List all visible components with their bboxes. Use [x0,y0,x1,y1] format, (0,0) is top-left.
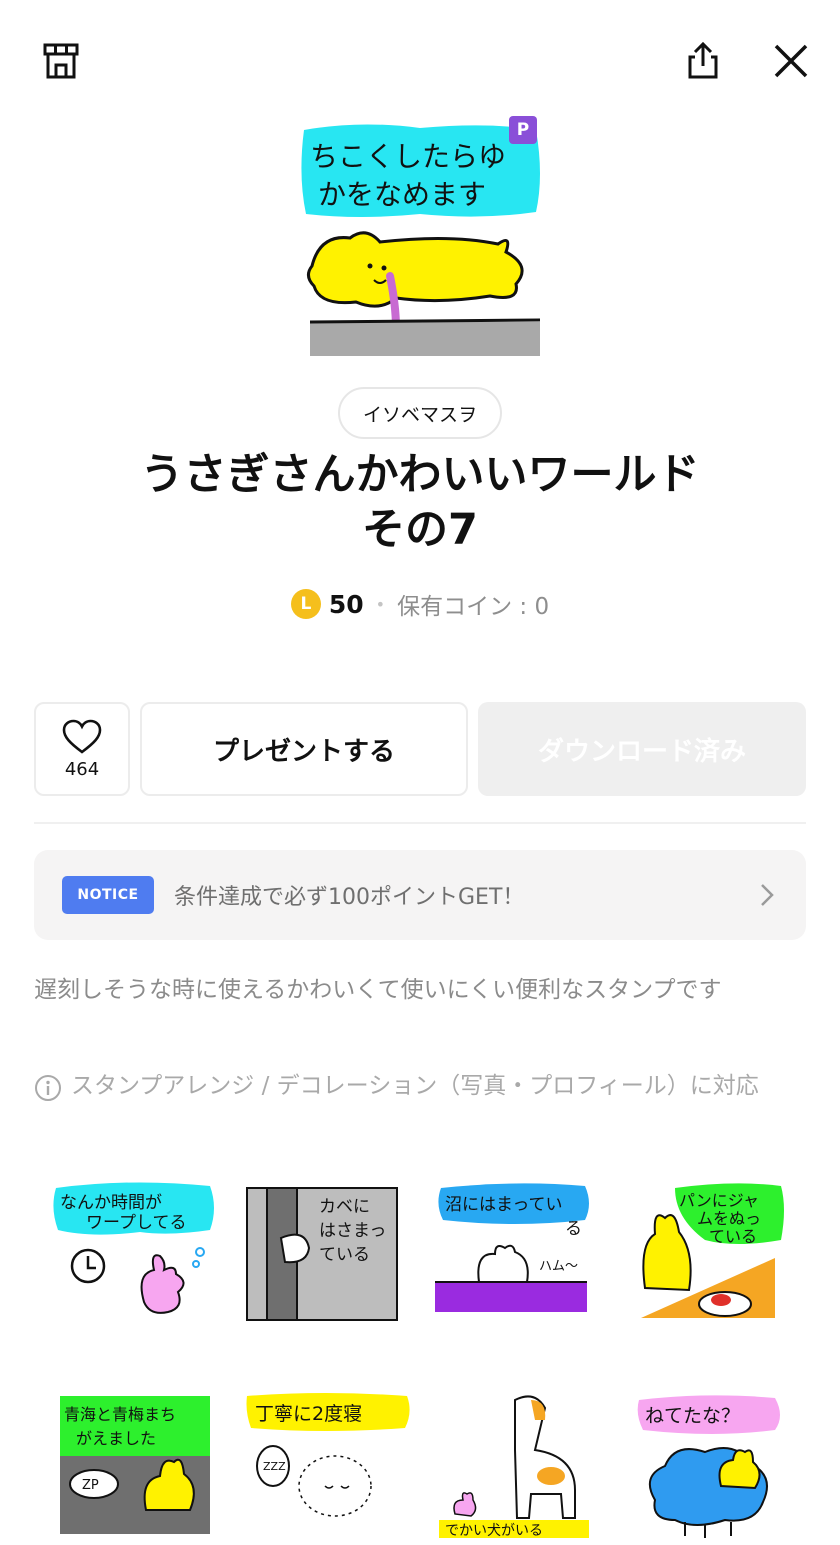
sticker-7-line-1: でかい犬がいる [445,1523,543,1539]
share-button[interactable] [680,38,726,84]
notice-text: 条件達成で必ず100ポイントGET！ [174,885,525,910]
owned-coins: 保有コイン : 0 [397,594,550,620]
sticker-2-line-3: ている [319,1245,370,1265]
notice-tag: NOTICE [62,876,154,914]
hero-line-2: かをなめます [318,178,486,211]
separator-dot: • [375,594,386,614]
present-button[interactable]: プレゼントする [140,702,468,796]
sticker-description: 遅刻しそうな時に使えるかわいくて使いにくい便利なスタンプです [34,977,722,1003]
info-icon [35,1075,61,1101]
sticker-3-extra: ハム〜 [539,1259,578,1274]
sticker-4-line-2: ムをぬっ [697,1209,761,1228]
sticker-4-line-3: ている [709,1227,757,1246]
divider [34,822,806,824]
sticker-5-line-2: がえました [76,1429,156,1448]
notice-banner[interactable]: NOTICE 条件達成で必ず100ポイントGET！ [34,850,806,940]
download-button[interactable]: ダウンロード済み [478,702,806,796]
title-line-1: うさぎさんかわいいワールド [140,450,700,500]
feature-note: スタンプアレンジ / デコレーション（写真・プロフィール）に対応 [34,1070,806,1102]
page-title: うさぎさんかわいいワールド その7 [60,448,780,558]
sticker-item[interactable]: 青海と青梅まち がえました ZP [50,1390,222,1540]
sticker-item[interactable]: カベに はさまっ ている [245,1178,417,1328]
title-line-2: その7 [362,505,478,555]
shop-icon [43,43,79,79]
sticker-6-extra: ZZZ [263,1460,286,1473]
sticker-2-line-1: カベに [319,1197,370,1217]
coin-icon: L [290,589,321,619]
sticker-item[interactable]: パンにジャ ムをぬっ ている [635,1178,807,1328]
sticker-3-line-1: 沼にはまってい [445,1195,562,1215]
sticker-1-line-1: なんか時間が [60,1193,162,1213]
sticker-item[interactable]: でかい犬がいる [435,1390,607,1540]
like-count: 464 [64,758,100,780]
author-chip[interactable]: イソベマスヲ [338,387,502,439]
hero-line-1: ちこくしたらゆ [310,140,506,173]
price-row: L 50 • 保有コイン : 0 [0,586,840,622]
sticker-item[interactable]: ねてたな？ [635,1390,807,1540]
sticker-8-line-1: ねてたな？ [645,1405,740,1427]
like-button[interactable]: 464 [34,702,130,796]
shop-button[interactable] [38,38,84,84]
feature-note-text: スタンプアレンジ / デコレーション（写真・プロフィール）に対応 [71,1073,759,1099]
heart-icon [62,719,102,754]
premium-badge: P [509,116,537,144]
main-sticker-image: ちこくしたらゆ かをなめます [300,116,542,360]
sticker-item[interactable]: なんか時間が ワープしてる [50,1178,222,1328]
top-bar [0,0,840,120]
sticker-5-line-1: 青海と青梅まち [64,1405,176,1424]
share-icon [688,41,718,79]
close-button[interactable] [768,38,814,84]
sticker-3-line-2: る [565,1219,582,1239]
sticker-5-extra: ZP [82,1478,99,1493]
close-icon [774,44,808,78]
sticker-1-line-2: ワープしてる [86,1213,186,1233]
sticker-item[interactable]: 丁寧に2度寝 ZZZ [245,1390,417,1540]
sticker-6-line-1: 丁寧に2度寝 [255,1403,362,1425]
sticker-2-line-2: はさまっ [319,1221,386,1241]
chevron-right-icon [761,884,774,906]
sticker-4-line-1: パンにジャ [679,1191,759,1210]
price-amount: 50 [328,589,364,619]
sticker-item[interactable]: 沼にはまってい る ハム〜 [435,1178,607,1328]
